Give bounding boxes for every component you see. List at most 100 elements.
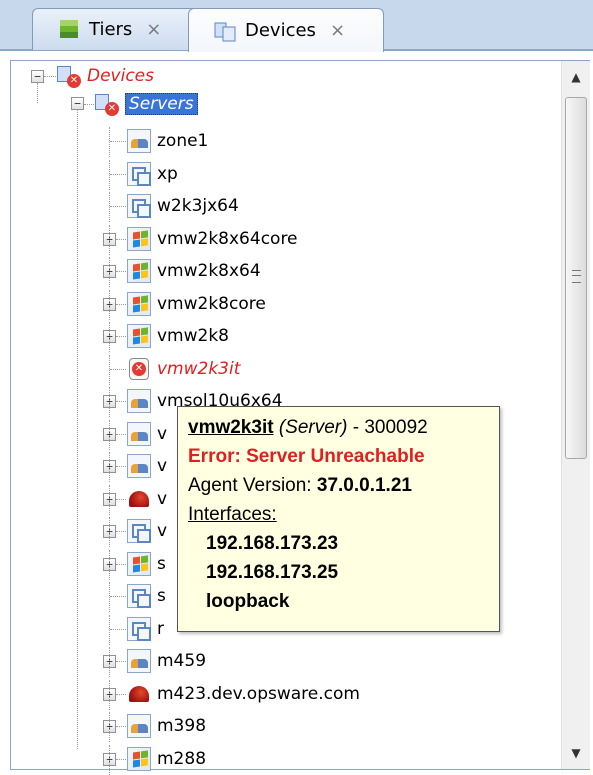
tree-guide-line (109, 290, 110, 320)
tree-item-label: vmw2k3it (157, 359, 241, 379)
tree-item[interactable]: v (127, 452, 167, 480)
tree-guide-line (109, 322, 110, 352)
tooltip-server-type: (Server) (278, 417, 348, 438)
tree-item-label: m398 (157, 716, 207, 736)
tab-tiers-label: Tiers (89, 19, 133, 40)
root-expander[interactable]: − (31, 70, 44, 83)
vm-icon (127, 194, 151, 218)
vm-icon (127, 617, 151, 641)
tooltip-interface: 192.168.173.23 (206, 533, 339, 554)
tree-item-label: vmw2k8 (157, 326, 230, 346)
tree-guide-line (109, 712, 110, 742)
tooltip-interface: 192.168.173.25 (206, 562, 339, 583)
tree-item[interactable]: v (127, 420, 167, 448)
vm-icon (127, 584, 151, 608)
zone-icon (127, 129, 151, 153)
windows-icon (127, 259, 151, 283)
tree-connector (116, 726, 126, 727)
root-label: Devices (87, 66, 154, 86)
tree-item-label: v (157, 521, 168, 541)
tree-connector (110, 596, 126, 597)
tree-guide-line (109, 257, 110, 287)
tree-root-devices[interactable]: Devices (57, 62, 154, 90)
tree-item-label: s (157, 586, 166, 606)
scroll-grip-icon (572, 270, 581, 283)
tree-connector (116, 499, 126, 500)
scroll-up-button[interactable]: ▲ (562, 63, 590, 91)
tooltip-interface: loopback (206, 591, 290, 612)
tree-item[interactable]: s (127, 550, 166, 578)
tree-item-label: xp (157, 164, 178, 184)
tree-item-label: zone1 (157, 131, 209, 151)
devices-error-icon (57, 64, 81, 88)
tree-connector (84, 104, 94, 105)
tree-guide-line (109, 452, 110, 482)
tree-item[interactable]: m288 (127, 745, 206, 773)
tree-guide-line (77, 103, 78, 749)
tree-item[interactable]: vmw2k3it (127, 355, 240, 383)
tree-item[interactable]: vmw2k8 (127, 322, 229, 350)
windows-icon (127, 747, 151, 771)
tree-item[interactable]: v (127, 517, 167, 545)
tree-item[interactable]: r (127, 615, 164, 643)
tree-item-label: r (157, 619, 164, 639)
tree-item[interactable]: w2k3jx64 (127, 192, 239, 220)
tree-item[interactable]: vmw2k8core (127, 290, 266, 318)
tree-item[interactable]: vmw2k8x64 (127, 257, 261, 285)
tooltip-server-id: - 300092 (352, 417, 428, 438)
scroll-down-button[interactable]: ▼ (562, 739, 590, 767)
tree-group-servers[interactable]: Servers (95, 90, 198, 118)
tooltip-server-name: vmw2k3it (188, 417, 274, 438)
tree-connector (116, 401, 126, 402)
devices-window: Tiers × Devices × − Devices − (0, 0, 593, 775)
tree-guide-line (109, 517, 110, 547)
tree-connector (110, 206, 126, 207)
tree-item[interactable]: xp (127, 160, 178, 188)
tab-tiers[interactable]: Tiers × (32, 8, 208, 50)
tree-guide-line (109, 160, 110, 190)
tree-item-label: m288 (157, 749, 207, 769)
vertical-scrollbar[interactable]: ▲ ▼ (561, 61, 590, 769)
tree-item[interactable]: vmw2k8x64core (127, 225, 298, 253)
tooltip-error: Error: Server Unreachable (188, 446, 425, 467)
tree-item-label: v (157, 456, 168, 476)
zone-icon (127, 389, 151, 413)
tree-connector (116, 239, 126, 240)
vm-icon (127, 519, 151, 543)
tiers-icon (57, 18, 81, 42)
linux-icon (127, 682, 151, 706)
tree-item[interactable]: zone1 (127, 127, 208, 155)
tree-item[interactable]: s (127, 582, 166, 610)
servers-expander[interactable]: − (71, 97, 84, 110)
tree-connector (116, 759, 126, 760)
linux-icon (127, 487, 151, 511)
tree-connector (110, 141, 126, 142)
tree-item-label: m423.dev.opsware.com (157, 684, 360, 704)
tree-item-label: w2k3jx64 (157, 196, 239, 216)
tree-item[interactable]: m459 (127, 647, 206, 675)
windows-icon (127, 324, 151, 348)
tree-item-label: m459 (157, 651, 207, 671)
tree-connector (116, 531, 126, 532)
scroll-thumb[interactable] (565, 97, 587, 459)
tab-devices-label: Devices (245, 20, 316, 41)
tree-item[interactable]: v (127, 485, 167, 513)
tree-connector (116, 694, 126, 695)
tooltip-interfaces-label: Interfaces: (188, 504, 277, 525)
tree-item[interactable]: m398 (127, 712, 206, 740)
tree-connector (110, 629, 126, 630)
tree-connector (116, 271, 126, 272)
tree-guide-line (109, 680, 110, 710)
tree-item-label: v (157, 489, 168, 509)
tree-guide-line (109, 745, 110, 775)
vm-icon (127, 162, 151, 186)
zone-icon (127, 714, 151, 738)
close-icon[interactable]: × (146, 19, 161, 40)
tree-item-label: v (157, 424, 168, 444)
tree-guide-line (109, 127, 110, 157)
tooltip-agent: Agent Version: 37.0.0.1.21 (188, 471, 489, 500)
tab-devices[interactable]: Devices × (188, 8, 384, 52)
tree-guide-line (109, 485, 110, 515)
close-icon[interactable]: × (330, 20, 345, 41)
tree-item[interactable]: m423.dev.opsware.com (127, 680, 360, 708)
